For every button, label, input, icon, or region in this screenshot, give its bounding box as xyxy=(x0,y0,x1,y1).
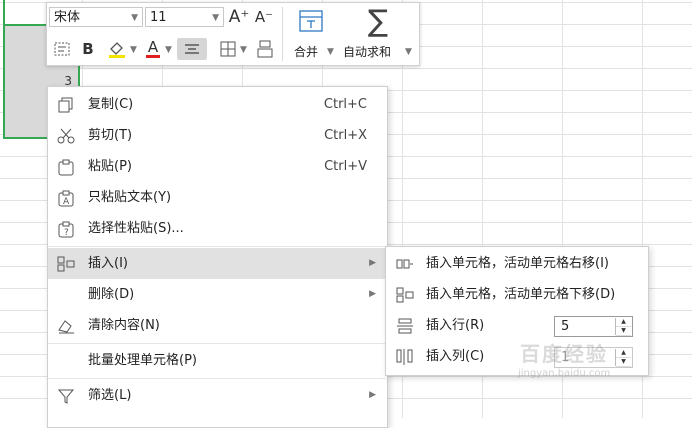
paste-text-icon: A xyxy=(57,189,75,207)
menu-item-cut[interactable]: 剪切(T) Ctrl+X xyxy=(48,120,385,151)
paste-special-icon: ? xyxy=(57,220,75,238)
stepper-down-icon[interactable]: ▼ xyxy=(616,358,631,367)
mini-toolbar: 宋体 ▼ 11 ▼ A⁺ A⁻ B ▼ A ▼ ▼ 合并 ▼ ∑ 自动求和 ▼ xyxy=(46,2,420,66)
increase-font-icon: A⁺ xyxy=(228,7,250,27)
menu-item-shortcut: Ctrl+X xyxy=(324,128,367,143)
font-size-select[interactable]: 11 ▼ xyxy=(145,7,224,27)
menu-item-label: 选择性粘贴(S)... xyxy=(88,221,184,236)
menu-item-clear[interactable]: 清除内容(N) xyxy=(48,310,385,341)
menu-item-insert[interactable]: 插入(I) ▶ xyxy=(48,248,385,279)
align-center-icon xyxy=(185,44,199,54)
scissors-icon xyxy=(57,127,75,145)
insert-row-count-stepper[interactable]: 5 ▲ ▼ xyxy=(554,316,633,337)
insert-column-icon xyxy=(396,348,414,366)
menu-item-paste[interactable]: 粘贴(P) Ctrl+V xyxy=(48,151,385,182)
insert-icon xyxy=(57,255,75,273)
paste-icon xyxy=(57,158,75,176)
insert-submenu: 插入单元格，活动单元格右移(I) 插入单元格，活动单元格下移(D) 插入行(R)… xyxy=(385,246,649,376)
svg-text:A: A xyxy=(63,197,70,207)
font-color-bar xyxy=(146,55,160,58)
font-color-icon: A xyxy=(147,38,159,56)
submenu-item-label: 插入行(R) xyxy=(426,318,485,333)
menu-item-shortcut: Ctrl+C xyxy=(323,97,367,112)
submenu-item-label: 插入单元格，活动单元格右移(I) xyxy=(426,256,609,271)
merge-label[interactable]: 合并 xyxy=(294,43,318,60)
align-center-button[interactable] xyxy=(177,38,207,60)
stepper-up-icon[interactable]: ▲ xyxy=(616,349,631,358)
menu-item-label: 删除(D) xyxy=(88,287,135,302)
chevron-right-icon: ▶ xyxy=(369,390,376,400)
borders-button[interactable] xyxy=(217,39,239,59)
insert-row-icon xyxy=(396,317,414,335)
menu-item-shortcut: Ctrl+V xyxy=(324,159,367,174)
menu-item-label: 只粘贴文本(Y) xyxy=(88,190,172,205)
sigma-icon: ∑ xyxy=(367,3,389,39)
selection-border xyxy=(3,0,5,24)
menu-item-label: 粘贴(P) xyxy=(88,159,132,174)
format-painter-icon xyxy=(257,40,273,58)
autosum-button[interactable]: ∑ xyxy=(363,3,393,39)
menu-item-filter[interactable]: 筛选(L) ▶ xyxy=(48,380,385,411)
borders-icon xyxy=(220,41,236,57)
submenu-item-label: 插入列(C) xyxy=(426,349,485,364)
submenu-item-insert-row[interactable]: 插入行(R) 5 ▲ ▼ xyxy=(386,311,646,341)
merge-cells-icon xyxy=(299,10,323,32)
menu-item-paste-text[interactable]: A 只粘贴文本(Y) xyxy=(48,182,385,213)
clear-icon xyxy=(57,317,75,335)
menu-item-label: 复制(C) xyxy=(88,97,134,112)
autosum-label[interactable]: 自动求和 xyxy=(343,43,391,60)
insert-cell-down-icon xyxy=(396,286,414,304)
decrease-font-icon: A⁻ xyxy=(254,8,274,26)
menu-item-label: 筛选(L) xyxy=(88,388,132,403)
menu-item-label: 插入(I) xyxy=(88,256,128,271)
insert-cell-right-icon xyxy=(396,255,414,273)
menu-item-delete[interactable]: 删除(D) ▶ xyxy=(48,279,385,310)
stepper-up-icon[interactable]: ▲ xyxy=(616,318,631,327)
watermark: 百度经验 xyxy=(520,342,608,366)
chevron-down-icon[interactable]: ▼ xyxy=(405,47,415,57)
chevron-down-icon: ▼ xyxy=(212,13,219,23)
wrap-text-button[interactable] xyxy=(52,39,72,59)
toolbar-divider xyxy=(282,7,283,61)
format-painter-button[interactable] xyxy=(254,38,276,60)
context-menu: 复制(C) Ctrl+C 剪切(T) Ctrl+X 粘贴(P) Ctrl+V A… xyxy=(47,86,388,428)
menu-item-batch[interactable]: 批量处理单元格(P) xyxy=(48,345,385,376)
menu-item-copy[interactable]: 复制(C) Ctrl+C xyxy=(48,89,385,120)
menu-item-label: 批量处理单元格(P) xyxy=(88,353,197,368)
fill-color-button[interactable] xyxy=(105,38,129,60)
menu-divider xyxy=(48,343,385,344)
font-size-value: 11 xyxy=(150,10,167,25)
stepper-buttons: ▲ ▼ xyxy=(615,349,631,367)
menu-divider xyxy=(48,378,385,379)
decrease-font-button[interactable]: A⁻ xyxy=(253,6,275,28)
stepper-buttons: ▲ ▼ xyxy=(615,318,631,336)
wrap-text-icon xyxy=(54,42,70,56)
submenu-item-insert-cell-right[interactable]: 插入单元格，活动单元格右移(I) xyxy=(386,249,646,279)
menu-item-label: 剪切(T) xyxy=(88,128,133,143)
chevron-right-icon: ▶ xyxy=(369,289,376,299)
bold-icon: B xyxy=(82,40,94,58)
submenu-item-insert-cell-down[interactable]: 插入单元格，活动单元格下移(D) xyxy=(386,280,646,310)
filter-icon xyxy=(57,387,75,405)
chevron-down-icon: ▼ xyxy=(131,13,138,23)
merge-button[interactable] xyxy=(297,7,325,35)
svg-text:?: ? xyxy=(64,228,69,238)
menu-item-paste-special[interactable]: ? 选择性粘贴(S)... xyxy=(48,213,385,244)
watermark-url: jingyan.baidu.com xyxy=(518,368,611,379)
bold-button[interactable]: B xyxy=(78,39,98,59)
increase-font-button[interactable]: A⁺ xyxy=(228,6,250,28)
chevron-right-icon: ▶ xyxy=(369,258,376,268)
fill-bucket-icon xyxy=(109,42,125,58)
font-color-button[interactable]: A xyxy=(143,38,163,60)
submenu-item-label: 插入单元格，活动单元格下移(D) xyxy=(426,287,616,302)
font-name-select[interactable]: 宋体 ▼ xyxy=(49,7,143,27)
stepper-value[interactable]: 5 xyxy=(561,317,569,336)
menu-item-label: 清除内容(N) xyxy=(88,318,160,333)
menu-divider xyxy=(48,246,385,247)
font-name-value: 宋体 xyxy=(54,10,81,25)
copy-icon xyxy=(57,96,75,114)
stepper-down-icon[interactable]: ▼ xyxy=(616,327,631,336)
